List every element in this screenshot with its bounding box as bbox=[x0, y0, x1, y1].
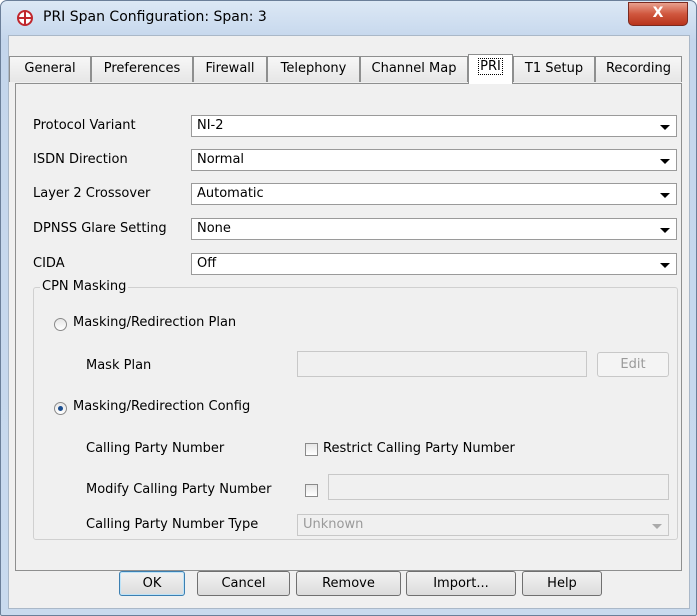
layer2-crossover-select[interactable]: Automatic bbox=[191, 183, 677, 205]
restrict-cpn-checkbox[interactable] bbox=[305, 443, 318, 456]
dpnss-glare-value: None bbox=[197, 221, 231, 236]
tab-preferences[interactable]: Preferences bbox=[91, 56, 193, 82]
ok-button[interactable]: OK bbox=[119, 571, 185, 596]
cida-value: Off bbox=[197, 256, 217, 271]
chevron-down-icon bbox=[660, 193, 670, 198]
tab-strip: General Preferences Firewall Telephony C… bbox=[9, 36, 689, 84]
isdn-direction-select[interactable]: Normal bbox=[191, 149, 677, 171]
calling-party-number-label: Calling Party Number bbox=[86, 441, 225, 456]
tab-recording[interactable]: Recording bbox=[595, 56, 682, 82]
dpnss-glare-label: DPNSS Glare Setting bbox=[33, 221, 167, 236]
remove-button[interactable]: Remove bbox=[296, 571, 401, 596]
help-button[interactable]: Help bbox=[522, 571, 602, 596]
tab-general[interactable]: General bbox=[9, 56, 91, 82]
dialog-window: PRI Span Configuration: Span: 3 X Genera… bbox=[0, 0, 697, 616]
isdn-direction-label: ISDN Direction bbox=[33, 152, 128, 167]
chevron-down-icon bbox=[660, 263, 670, 268]
tab-t1-setup[interactable]: T1 Setup bbox=[513, 56, 595, 82]
tab-firewall[interactable]: Firewall bbox=[193, 56, 267, 82]
edit-button[interactable]: Edit bbox=[597, 352, 669, 377]
mask-plan-label: Mask Plan bbox=[86, 358, 152, 373]
close-button[interactable]: X bbox=[628, 2, 688, 26]
title-bar: PRI Span Configuration: Span: 3 X bbox=[1, 1, 696, 35]
tab-channel-map[interactable]: Channel Map bbox=[360, 56, 468, 82]
masking-config-radio[interactable] bbox=[54, 402, 67, 415]
protocol-variant-value: NI-2 bbox=[197, 118, 224, 133]
masking-plan-radio[interactable] bbox=[54, 318, 67, 331]
cida-label: CIDA bbox=[33, 256, 65, 271]
dialog-client-area: General Preferences Firewall Telephony C… bbox=[8, 35, 690, 609]
modify-cpn-checkbox[interactable] bbox=[305, 484, 318, 497]
dpnss-glare-select[interactable]: None bbox=[191, 218, 677, 240]
protocol-variant-label: Protocol Variant bbox=[33, 118, 136, 133]
cida-select[interactable]: Off bbox=[191, 253, 677, 275]
tab-pri[interactable]: PRI bbox=[468, 54, 513, 84]
chevron-down-icon bbox=[660, 125, 670, 130]
tab-telephony[interactable]: Telephony bbox=[267, 56, 360, 82]
isdn-direction-value: Normal bbox=[197, 152, 245, 167]
cpn-type-value: Unknown bbox=[303, 517, 364, 532]
protocol-variant-select[interactable]: NI-2 bbox=[191, 115, 677, 137]
masking-config-label: Masking/Redirection Config bbox=[73, 399, 251, 414]
layer2-crossover-label: Layer 2 Crossover bbox=[33, 186, 151, 201]
cpn-type-label: Calling Party Number Type bbox=[86, 517, 259, 532]
modify-cpn-label: Modify Calling Party Number bbox=[86, 482, 272, 497]
cpn-type-select[interactable]: Unknown bbox=[297, 514, 669, 536]
app-globe-icon bbox=[17, 10, 33, 26]
layer2-crossover-value: Automatic bbox=[197, 186, 264, 201]
cancel-button[interactable]: Cancel bbox=[197, 571, 290, 596]
chevron-down-icon bbox=[660, 228, 670, 233]
restrict-cpn-label: Restrict Calling Party Number bbox=[323, 441, 515, 456]
modify-cpn-field[interactable] bbox=[328, 474, 669, 500]
cpn-masking-label: CPN Masking bbox=[40, 279, 129, 294]
chevron-down-icon bbox=[652, 524, 662, 529]
import-button[interactable]: Import... bbox=[406, 571, 516, 596]
masking-plan-label: Masking/Redirection Plan bbox=[73, 315, 237, 330]
mask-plan-field[interactable] bbox=[297, 351, 587, 377]
window-title: PRI Span Configuration: Span: 3 bbox=[43, 9, 267, 25]
tab-pri-label: PRI bbox=[478, 58, 503, 75]
chevron-down-icon bbox=[660, 159, 670, 164]
